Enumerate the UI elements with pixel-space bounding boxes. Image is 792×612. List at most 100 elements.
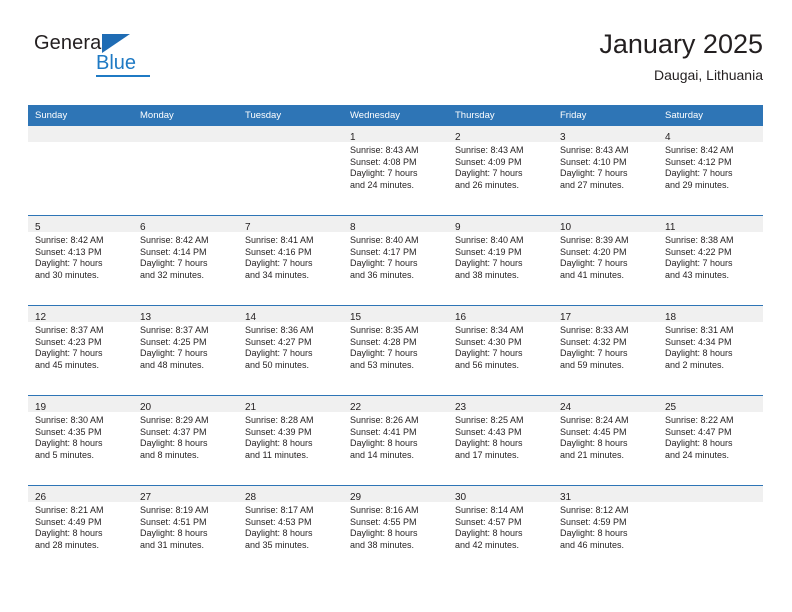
daylight-text-line1: Daylight: 8 hours: [140, 438, 208, 449]
calendar-day-cell[interactable]: 10 Sunrise: 8:39 AM Sunset: 4:20 PM Dayligh…: [553, 215, 658, 306]
sunset-text: Sunset: 4:41 PM: [350, 426, 417, 437]
day-date-band: 5: [28, 216, 133, 233]
day-number: 28: [245, 492, 257, 503]
daylight-text-line2: and 38 minutes.: [455, 269, 520, 280]
day-number: 8: [350, 222, 356, 233]
calendar-day-cell[interactable]: 24 Sunrise: 8:24 AM Sunset: 4:45 PM Dayligh…: [553, 395, 658, 486]
calendar-day-cell[interactable]: 19 Sunrise: 8:30 AM Sunset: 4:35 PM Dayligh…: [28, 395, 133, 486]
calendar-page: General Blue January 2025 Daugai, Lithua…: [0, 0, 792, 612]
calendar-body: 1 Sunrise: 8:43 AM Sunset: 4:08 PM Daylight…: [28, 126, 763, 575]
daylight-text-line1: Daylight: 7 hours: [35, 258, 103, 269]
daylight-text-line1: Daylight: 7 hours: [665, 258, 733, 269]
calendar-day-cell[interactable]: 22 Sunrise: 8:26 AM Sunset: 4:41 PM Dayligh…: [343, 395, 448, 486]
day-number: 26: [35, 492, 47, 503]
calendar-day-cell[interactable]: 9 Sunrise: 8:40 AM Sunset: 4:19 PM Daylight…: [448, 215, 553, 306]
calendar-day-cell[interactable]: 2 Sunrise: 8:43 AM Sunset: 4:09 PM Daylight…: [448, 126, 553, 216]
calendar-week-row: 19 Sunrise: 8:30 AM Sunset: 4:35 PM Dayligh…: [28, 395, 763, 486]
day-date-band: 23: [448, 396, 553, 413]
day-info: Sunrise: 8:33 AM Sunset: 4:32 PM Daylight:…: [553, 322, 658, 371]
calendar-grid: Sunday Monday Tuesday Wednesday Thursday…: [28, 105, 763, 575]
calendar-day-cell[interactable]: 12 Sunrise: 8:37 AM Sunset: 4:23 PM Dayligh…: [28, 305, 133, 396]
day-info: Sunrise: 8:12 AM Sunset: 4:59 PM Daylight:…: [553, 502, 658, 551]
calendar-day-cell[interactable]: 20 Sunrise: 8:29 AM Sunset: 4:37 PM Dayligh…: [133, 395, 238, 486]
calendar-day-cell[interactable]: 31 Sunrise: 8:12 AM Sunset: 4:59 PM Dayligh…: [553, 485, 658, 575]
page-title: January 2025: [599, 29, 763, 59]
sunrise-text: Sunrise: 8:12 AM: [560, 505, 629, 515]
calendar-day-cell[interactable]: 16 Sunrise: 8:34 AM Sunset: 4:30 PM Dayligh…: [448, 305, 553, 396]
daylight-text-line2: and 38 minutes.: [350, 539, 415, 550]
calendar-day-cell[interactable]: 15 Sunrise: 8:35 AM Sunset: 4:28 PM Dayligh…: [343, 305, 448, 396]
day-info: Sunrise: 8:31 AM Sunset: 4:34 PM Daylight:…: [658, 322, 763, 371]
day-number: 13: [140, 312, 152, 323]
sunrise-text: Sunrise: 8:37 AM: [35, 325, 104, 335]
calendar-day-cell[interactable]: 29 Sunrise: 8:16 AM Sunset: 4:55 PM Dayligh…: [343, 485, 448, 575]
sunset-text: Sunset: 4:19 PM: [455, 246, 522, 257]
day-cell-inner: 29 Sunrise: 8:16 AM Sunset: 4:55 PM Dayligh…: [343, 486, 448, 575]
sunrise-text: Sunrise: 8:43 AM: [350, 145, 419, 155]
day-number: 19: [35, 402, 47, 413]
sunset-text: Sunset: 4:32 PM: [560, 336, 627, 347]
day-date-band: 28: [238, 486, 343, 503]
weekday-header-saturday: Saturday: [658, 105, 763, 126]
calendar-day-cell[interactable]: 27 Sunrise: 8:19 AM Sunset: 4:51 PM Dayligh…: [133, 485, 238, 575]
calendar-day-cell[interactable]: 18 Sunrise: 8:31 AM Sunset: 4:34 PM Dayligh…: [658, 305, 763, 396]
weekday-header-tuesday: Tuesday: [238, 105, 343, 126]
sunset-text: Sunset: 4:25 PM: [140, 336, 207, 347]
calendar-day-cell[interactable]: 6 Sunrise: 8:42 AM Sunset: 4:14 PM Daylight…: [133, 215, 238, 306]
daylight-text-line2: and 42 minutes.: [455, 539, 520, 550]
sunset-text: Sunset: 4:27 PM: [245, 336, 312, 347]
sunrise-text: Sunrise: 8:30 AM: [35, 415, 104, 425]
day-date-band: 15: [343, 306, 448, 323]
calendar-day-cell[interactable]: 1 Sunrise: 8:43 AM Sunset: 4:08 PM Daylight…: [343, 126, 448, 216]
day-cell-inner: [658, 486, 763, 575]
day-date-band: 11: [658, 216, 763, 233]
calendar-day-cell[interactable]: 13 Sunrise: 8:37 AM Sunset: 4:25 PM Dayligh…: [133, 305, 238, 396]
calendar-day-cell[interactable]: 8 Sunrise: 8:40 AM Sunset: 4:17 PM Daylight…: [343, 215, 448, 306]
calendar-week-row: 5 Sunrise: 8:42 AM Sunset: 4:13 PM Daylight…: [28, 215, 763, 306]
day-cell-inner: 9 Sunrise: 8:40 AM Sunset: 4:19 PM Daylight…: [448, 216, 553, 305]
day-date-band: 6: [133, 216, 238, 233]
sunrise-text: Sunrise: 8:29 AM: [140, 415, 209, 425]
day-date-band: 29: [343, 486, 448, 503]
daylight-text-line1: Daylight: 8 hours: [350, 438, 418, 449]
day-info: Sunrise: 8:35 AM Sunset: 4:28 PM Daylight:…: [343, 322, 448, 371]
calendar-day-cell[interactable]: 11 Sunrise: 8:38 AM Sunset: 4:22 PM Dayligh…: [658, 215, 763, 306]
sunset-text: Sunset: 4:08 PM: [350, 156, 417, 167]
sunrise-text: Sunrise: 8:37 AM: [140, 325, 209, 335]
calendar-day-cell[interactable]: 26 Sunrise: 8:21 AM Sunset: 4:49 PM Dayligh…: [28, 485, 133, 575]
daylight-text-line2: and 21 minutes.: [560, 449, 625, 460]
day-number: 27: [140, 492, 152, 503]
calendar-day-cell[interactable]: 3 Sunrise: 8:43 AM Sunset: 4:10 PM Daylight…: [553, 126, 658, 216]
calendar-day-cell[interactable]: 21 Sunrise: 8:28 AM Sunset: 4:39 PM Dayligh…: [238, 395, 343, 486]
calendar-day-cell[interactable]: 4 Sunrise: 8:42 AM Sunset: 4:12 PM Daylight…: [658, 126, 763, 216]
day-info: Sunrise: 8:22 AM Sunset: 4:47 PM Daylight:…: [658, 412, 763, 461]
daylight-text-line2: and 29 minutes.: [665, 179, 730, 190]
daylight-text-line2: and 46 minutes.: [560, 539, 625, 550]
day-cell-inner: 26 Sunrise: 8:21 AM Sunset: 4:49 PM Dayligh…: [28, 486, 133, 575]
calendar-day-cell[interactable]: 28 Sunrise: 8:17 AM Sunset: 4:53 PM Dayligh…: [238, 485, 343, 575]
day-date-band: 27: [133, 486, 238, 503]
weekday-header-monday: Monday: [133, 105, 238, 126]
daylight-text-line2: and 2 minutes.: [665, 359, 725, 370]
day-date-band: 24: [553, 396, 658, 413]
sunrise-text: Sunrise: 8:21 AM: [35, 505, 104, 515]
calendar-day-cell[interactable]: 5 Sunrise: 8:42 AM Sunset: 4:13 PM Daylight…: [28, 215, 133, 306]
day-info: Sunrise: 8:29 AM Sunset: 4:37 PM Daylight:…: [133, 412, 238, 461]
calendar-day-cell[interactable]: 17 Sunrise: 8:33 AM Sunset: 4:32 PM Dayligh…: [553, 305, 658, 396]
weekday-header-sunday: Sunday: [28, 105, 133, 126]
calendar-day-cell[interactable]: 23 Sunrise: 8:25 AM Sunset: 4:43 PM Dayligh…: [448, 395, 553, 486]
calendar-day-cell[interactable]: 14 Sunrise: 8:36 AM Sunset: 4:27 PM Dayligh…: [238, 305, 343, 396]
daylight-text-line2: and 43 minutes.: [665, 269, 730, 280]
sunset-text: Sunset: 4:59 PM: [560, 516, 627, 527]
daylight-text-line1: Daylight: 8 hours: [560, 438, 628, 449]
daylight-text-line2: and 14 minutes.: [350, 449, 415, 460]
calendar-day-cell: [658, 485, 763, 575]
day-cell-inner: 16 Sunrise: 8:34 AM Sunset: 4:30 PM Dayligh…: [448, 306, 553, 395]
calendar-day-cell[interactable]: 25 Sunrise: 8:22 AM Sunset: 4:47 PM Dayligh…: [658, 395, 763, 486]
calendar-day-cell[interactable]: 30 Sunrise: 8:14 AM Sunset: 4:57 PM Dayligh…: [448, 485, 553, 575]
calendar-day-cell[interactable]: 7 Sunrise: 8:41 AM Sunset: 4:16 PM Daylight…: [238, 215, 343, 306]
day-date-band: 20: [133, 396, 238, 413]
daylight-text-line2: and 35 minutes.: [245, 539, 310, 550]
day-date-band: 12: [28, 306, 133, 323]
sunrise-text: Sunrise: 8:40 AM: [350, 235, 419, 245]
